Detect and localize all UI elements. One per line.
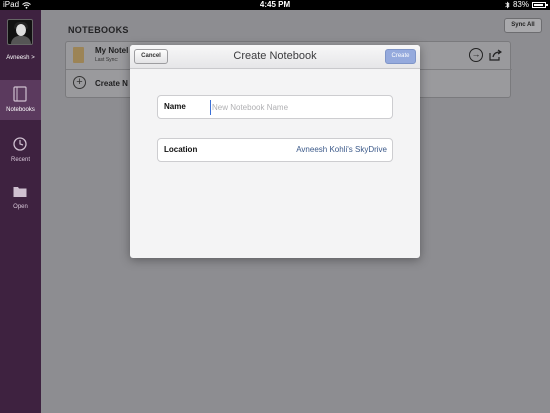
notebook-name-input[interactable] xyxy=(210,100,388,115)
notebook-title: My Notel xyxy=(95,46,129,55)
clock: 4:45 PM xyxy=(259,0,291,9)
page-title: NOTEBOOKS xyxy=(68,25,129,35)
add-circle-icon: + xyxy=(73,76,86,89)
sidebar: Avneesh > Notebooks Recent Open xyxy=(0,10,41,413)
create-notebook-label: Create N xyxy=(95,79,128,88)
dialog-header: Cancel Create Notebook Create xyxy=(130,45,420,69)
location-field[interactable]: Location Avneesh Kohli's SkyDrive xyxy=(157,138,393,162)
user-account[interactable]: Avneesh > xyxy=(0,10,41,68)
notebook-icon xyxy=(13,86,27,102)
status-bar: iPad 4:45 PM 83% xyxy=(0,0,550,10)
sidebar-item-recent[interactable]: Recent xyxy=(0,130,41,170)
status-bar-right: 83% xyxy=(505,0,548,10)
avatar xyxy=(7,19,33,45)
sidebar-item-notebooks[interactable]: Notebooks xyxy=(0,80,41,120)
user-name: Avneesh > xyxy=(6,55,35,61)
share-icon[interactable] xyxy=(489,49,502,61)
sidebar-item-label: Recent xyxy=(10,157,30,163)
notebook-icon xyxy=(73,47,84,63)
sidebar-item-label: Open xyxy=(13,204,28,210)
dialog-title: Create Notebook xyxy=(233,50,317,62)
create-button[interactable]: Create xyxy=(385,49,416,64)
sidebar-item-open[interactable]: Open xyxy=(0,177,41,217)
battery-icon xyxy=(532,2,548,8)
arrow-right-circle-icon[interactable]: → xyxy=(469,48,483,62)
location-label: Location xyxy=(164,145,198,154)
bluetooth-icon xyxy=(505,1,510,9)
folder-icon xyxy=(13,187,27,197)
sync-all-button[interactable]: Sync All xyxy=(504,18,542,33)
name-field[interactable]: Name xyxy=(157,95,393,119)
battery-percent: 83% xyxy=(512,0,529,9)
notebook-subtitle: Last Sync: xyxy=(95,57,119,63)
clock-icon xyxy=(13,137,27,151)
sidebar-item-label: Notebooks xyxy=(6,107,35,113)
name-label: Name xyxy=(164,102,186,111)
create-notebook-dialog: Cancel Create Notebook Create Name Locat… xyxy=(130,45,420,258)
location-value[interactable]: Avneesh Kohli's SkyDrive xyxy=(296,145,387,154)
